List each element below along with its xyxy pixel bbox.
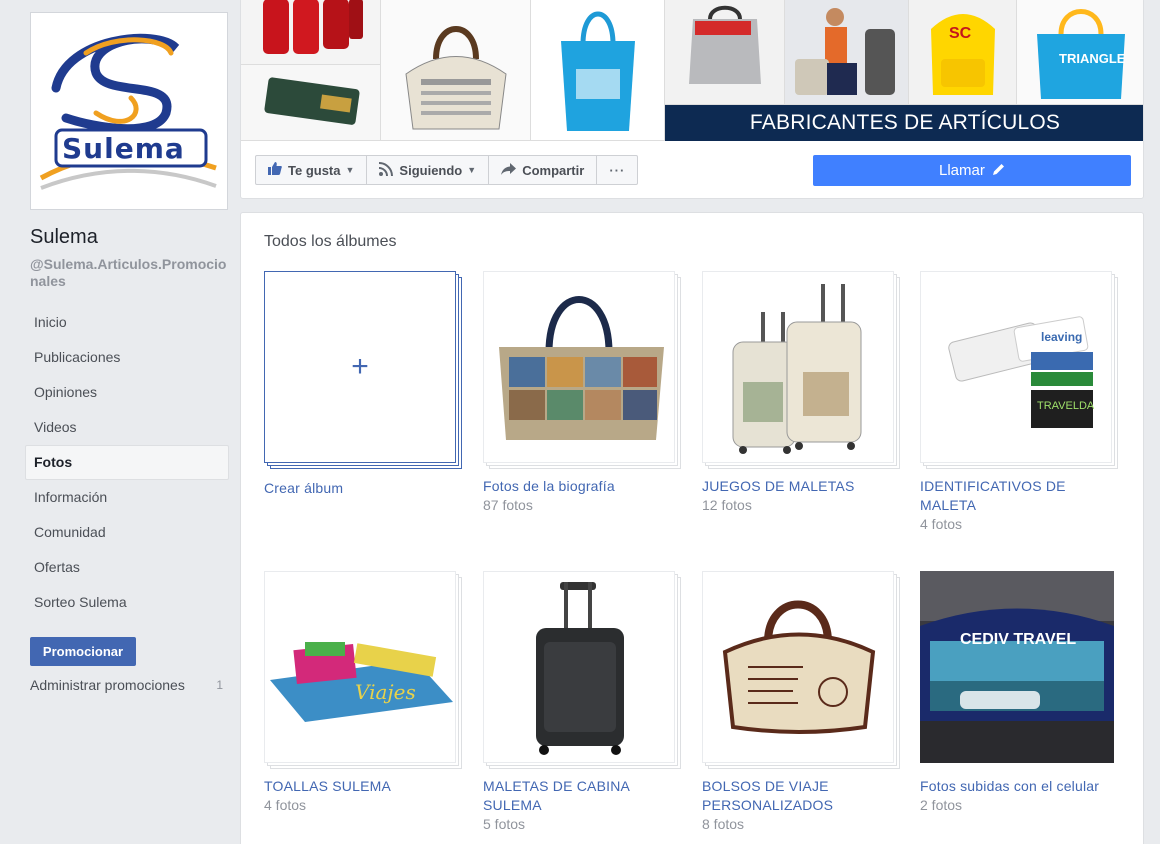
create-album-tile[interactable]: + Crear álbum [264, 271, 462, 498]
nav-item-videos[interactable]: Videos [25, 410, 229, 445]
album-count: 4 fotos [264, 797, 307, 813]
cover-panel-triangle-tote: TRIANGLE [1017, 0, 1143, 105]
album-cover-image[interactable]: CEDIV TRAVEL [920, 571, 1114, 763]
nav-item-publicaciones[interactable]: Publicaciones [25, 340, 229, 375]
tag-travelda-text: TRAVELDA [1037, 400, 1095, 412]
cover-panel-red-suitcases [241, 0, 381, 65]
albums-card: Todos los álbumes + Crear álbum Fotos de… [240, 212, 1144, 844]
album-cover-image[interactable] [483, 271, 675, 463]
page-username[interactable]: @Sulema.Articulos.Promocionales [30, 256, 228, 290]
cover-panel-wallet [241, 65, 381, 141]
sulema-logo: Sulema [36, 18, 222, 204]
nav-item-sorteo[interactable]: Sorteo Sulema [25, 585, 229, 620]
plus-icon: + [351, 350, 369, 383]
rss-icon [379, 161, 394, 179]
album-name[interactable]: BOLSOS DE VIAJE PERSONALIZADOS [702, 777, 900, 815]
tag-leaving-text: leaving [1041, 330, 1083, 344]
page-nav: Inicio Publicaciones Opiniones Videos Fo… [25, 305, 229, 620]
promote-button[interactable]: Promocionar [30, 637, 136, 666]
like-caret-icon: ▼ [345, 165, 355, 175]
album-count: 8 fotos [702, 816, 745, 832]
album-count: 2 fotos [920, 797, 963, 813]
nav-item-opiniones[interactable]: Opiniones [25, 375, 229, 410]
create-album-box[interactable]: + [264, 271, 456, 463]
create-album-label[interactable]: Crear álbum [264, 479, 462, 498]
cover-badge-sc: SC [949, 25, 972, 42]
following-caret-icon: ▼ [467, 165, 477, 175]
album-name[interactable]: IDENTIFICATIVOS DE MALETA [920, 477, 1118, 515]
like-label: Te gusta [288, 162, 341, 178]
album-count: 5 fotos [483, 816, 526, 832]
album-cover-image[interactable]: leaving TRAVELDA [920, 271, 1112, 463]
page-title[interactable]: Sulema [30, 226, 98, 249]
nav-item-inicio[interactable]: Inicio [25, 305, 229, 340]
album-tile-juegos-maletas[interactable]: JUEGOS DE MALETAS 12 fotos [702, 271, 900, 515]
nav-item-informacion[interactable]: Información [25, 480, 229, 515]
thumbs-up-icon [268, 162, 282, 178]
page-action-bar: Te gusta ▼ Siguiendo ▼ Compartir ··· [255, 155, 639, 185]
page-profile-picture[interactable]: Sulema [30, 12, 228, 210]
cediv-travel-text: CEDIV TRAVEL [960, 631, 1077, 648]
album-name[interactable]: Fotos de la biografía [483, 477, 681, 496]
manage-promotions-label: Administrar promociones [30, 677, 185, 693]
album-cover-image[interactable] [702, 571, 894, 763]
logo-wordmark: Sulema [62, 132, 185, 165]
call-label: Llamar [938, 162, 985, 179]
album-cover-image[interactable] [702, 271, 894, 463]
album-count: 4 fotos [920, 516, 963, 532]
cover-photo[interactable]: SC TRIANGLE FABRICANTES DE ARTÍCULOS PRO… [241, 0, 1143, 170]
album-name[interactable]: Fotos subidas con el celular [920, 777, 1118, 796]
album-name[interactable]: MALETAS DE CABINA SULEMA [483, 777, 681, 815]
album-cover-image[interactable] [483, 571, 675, 763]
cover-panel-blue-tote [531, 0, 665, 141]
cover-badge-triangle: TRIANGLE [1059, 51, 1126, 66]
cover-panel-yellow-backpack: SC [909, 0, 1017, 105]
following-button[interactable]: Siguiendo ▼ [367, 156, 490, 184]
album-tile-biografia[interactable]: Fotos de la biografía 87 fotos [483, 271, 681, 515]
album-cover-image[interactable]: Viajes [264, 571, 456, 763]
album-tile-maletas-cabina[interactable]: MALETAS DE CABINA SULEMA 5 fotos [483, 571, 681, 834]
cover-panel-newspaper-bag [381, 0, 531, 141]
pencil-icon[interactable] [993, 162, 1005, 179]
album-name[interactable]: JUEGOS DE MALETAS [702, 477, 900, 496]
more-dots-icon: ··· [609, 162, 626, 178]
cover-card: SC TRIANGLE FABRICANTES DE ARTÍCULOS PRO… [240, 0, 1144, 199]
cover-banner-text: FABRICANTES DE ARTÍCULOS PROMOCIONALES [665, 105, 1143, 170]
following-label: Siguiendo [399, 162, 463, 178]
share-button[interactable]: Compartir [489, 156, 598, 184]
share-label: Compartir [522, 162, 585, 178]
album-count: 12 fotos [702, 497, 752, 513]
like-button[interactable]: Te gusta ▼ [256, 156, 368, 184]
nav-item-comunidad[interactable]: Comunidad [25, 515, 229, 550]
cover-panel-woman-luggage [785, 0, 909, 105]
album-tile-bolsos-viaje[interactable]: BOLSOS DE VIAJE PERSONALIZADOS 8 fotos [702, 571, 900, 834]
nav-item-fotos[interactable]: Fotos [25, 445, 229, 480]
album-name[interactable]: TOALLAS SULEMA [264, 777, 462, 796]
towel-viajes-text: Viajes [355, 680, 416, 704]
album-count: 87 fotos [483, 497, 533, 513]
nav-item-ofertas[interactable]: Ofertas [25, 550, 229, 585]
album-tile-toallas[interactable]: Viajes TOALLAS SULEMA 4 fotos [264, 571, 462, 815]
share-arrow-icon [501, 162, 517, 178]
cover-panel-grey-bag [665, 0, 785, 105]
albums-section-title: Todos los álbumes [264, 233, 397, 250]
album-tile-celular[interactable]: CEDIV TRAVEL Fotos subidas con el celula… [920, 571, 1118, 815]
album-tile-identificativos[interactable]: leaving TRAVELDA IDENTIFICATIVOS DE MALE… [920, 271, 1118, 534]
more-options-button[interactable]: ··· [597, 156, 637, 184]
manage-promotions-count: 1 [216, 678, 223, 692]
call-button[interactable]: Llamar [813, 155, 1131, 186]
manage-promotions-link[interactable]: Administrar promociones 1 [30, 676, 228, 694]
